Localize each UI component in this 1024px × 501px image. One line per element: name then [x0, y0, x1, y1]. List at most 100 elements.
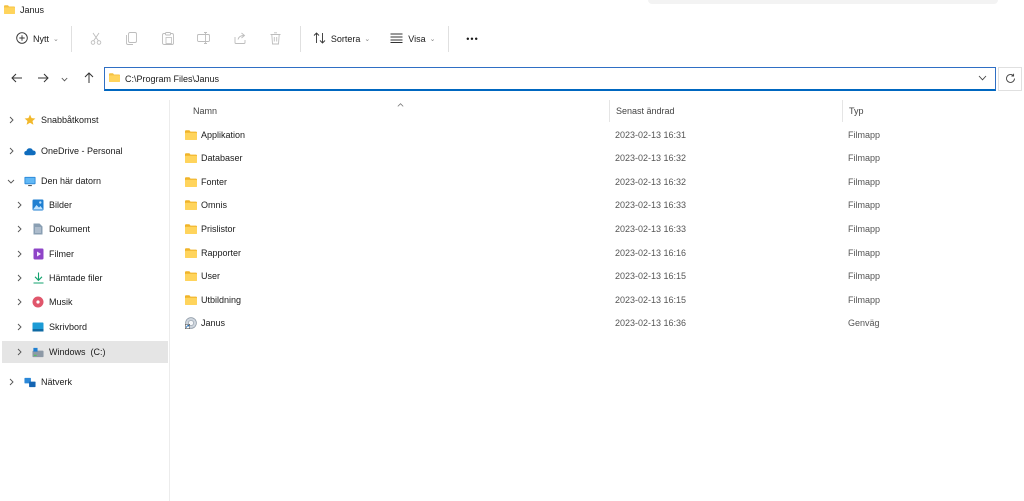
file-name-cell[interactable]: Applikation — [185, 123, 245, 146]
table-row[interactable]: Databaser 2023-02-13 16:32 Filmapp — [172, 147, 1024, 170]
sidebar-item-label: Bilder — [49, 200, 73, 210]
sidebar-item-label: Den här datorn — [41, 176, 102, 186]
paste-button[interactable] — [150, 25, 186, 53]
copy-icon — [126, 31, 138, 47]
sidebar-item-label: Hämtade filer — [49, 273, 103, 283]
sidebar-item-label: OneDrive - Personal — [41, 146, 123, 156]
chevron-right-icon[interactable] — [14, 323, 24, 331]
computer-icon — [24, 175, 36, 187]
address-bar[interactable]: C:\Program Files\Janus — [104, 67, 996, 91]
sidebar-item-pictures[interactable]: Bilder — [14, 194, 166, 216]
chevron-right-icon[interactable] — [14, 348, 24, 356]
sidebar-item-music[interactable]: Musik — [14, 291, 166, 313]
sidebar-item-label: Filmer — [49, 249, 74, 259]
sidebar-item-downloads[interactable]: Hämtade filer — [14, 267, 166, 289]
file-modified: 2023-02-13 16:33 — [615, 200, 687, 211]
arrow-right-icon — [37, 73, 49, 85]
clipboard-icon — [161, 31, 174, 47]
chevron-down-icon: ⌄ — [364, 36, 371, 43]
file-name-cell[interactable]: User — [185, 265, 220, 288]
file-name-cell[interactable]: Janus — [185, 312, 225, 335]
rename-button[interactable] — [186, 25, 222, 53]
table-row[interactable]: User 2023-02-13 16:15 Filmapp — [172, 265, 1024, 288]
plus-circle-icon — [16, 32, 28, 46]
title-bar-drag-area — [648, 0, 998, 4]
file-name-cell[interactable]: Omnis — [185, 194, 227, 217]
column-header-modified[interactable]: Senast ändrad — [610, 100, 843, 122]
chevron-down-icon — [60, 74, 68, 84]
chevron-down-icon[interactable] — [6, 179, 16, 184]
file-name-cell[interactable]: Prislistor — [185, 217, 236, 240]
file-type: Filmapp — [848, 247, 881, 258]
sidebar-item-windows-c[interactable]: Windows (C:) — [2, 341, 168, 363]
chevron-right-icon[interactable] — [6, 116, 16, 124]
table-row[interactable]: Utbildning 2023-02-13 16:15 Filmapp — [172, 288, 1024, 311]
column-header-label: Senast ändrad — [616, 106, 675, 116]
documents-icon — [32, 223, 44, 235]
column-header-name[interactable]: Namn — [172, 100, 608, 122]
sidebar-item-quick-access[interactable]: Snabbåtkomst — [6, 109, 166, 131]
table-row[interactable]: Applikation 2023-02-13 16:31 Filmapp — [172, 123, 1024, 146]
chevron-right-icon[interactable] — [14, 250, 24, 258]
up-button[interactable] — [78, 65, 100, 93]
view-button[interactable]: Visa ⌄ — [384, 25, 441, 53]
folder-icon — [185, 199, 197, 211]
file-type: Genväg — [848, 318, 880, 329]
file-name-cell[interactable]: Databaser — [185, 147, 243, 170]
file-list: Namn Senast ändrad Typ Applikation 2023-0… — [172, 100, 1024, 501]
chevron-right-icon[interactable] — [14, 201, 24, 209]
sidebar-item-desktop[interactable]: Skrivbord — [14, 316, 166, 338]
more-options-button[interactable]: ••• — [455, 25, 491, 53]
address-history-dropdown[interactable] — [978, 73, 987, 83]
copy-button[interactable] — [114, 25, 150, 53]
file-name-cell[interactable]: Fonter — [185, 170, 227, 193]
table-row[interactable]: Fonter 2023-02-13 16:32 Filmapp — [172, 170, 1024, 193]
sidebar-item-network[interactable]: Nätverk — [6, 371, 166, 393]
arrow-left-icon — [11, 73, 23, 85]
sort-icon — [313, 32, 326, 46]
sidebar-item-onedrive[interactable]: OneDrive - Personal — [6, 140, 166, 162]
refresh-button[interactable] — [998, 67, 1022, 91]
chevron-right-icon[interactable] — [14, 225, 24, 233]
delete-button[interactable] — [258, 25, 294, 53]
pictures-icon — [32, 199, 44, 211]
file-name-cell[interactable]: Utbildning — [185, 288, 241, 311]
share-button[interactable] — [222, 25, 258, 53]
folder-icon — [185, 270, 197, 282]
command-bar: Nytt ⌄ Sortera ⌄ Visa ⌄ ••• — [0, 20, 1024, 58]
folder-icon — [109, 73, 120, 84]
trash-icon — [270, 31, 281, 47]
chevron-right-icon[interactable] — [14, 274, 24, 282]
sidebar-item-documents[interactable]: Dokument — [14, 218, 166, 240]
sidebar-item-this-pc[interactable]: Den här datorn — [6, 170, 166, 192]
forward-button[interactable] — [32, 65, 54, 93]
file-name: Fonter — [201, 176, 228, 187]
sidebar-item-label: Snabbåtkomst — [41, 115, 99, 125]
star-icon — [24, 114, 36, 126]
chevron-right-icon[interactable] — [6, 378, 16, 386]
folder-icon — [185, 294, 197, 306]
new-button[interactable]: Nytt ⌄ — [10, 25, 65, 53]
file-modified: 2023-02-13 16:31 — [615, 129, 687, 140]
chevron-right-icon[interactable] — [14, 298, 24, 306]
column-header-type[interactable]: Typ — [843, 100, 1024, 122]
chevron-right-icon[interactable] — [6, 147, 16, 155]
sidebar-item-videos[interactable]: Filmer — [14, 243, 166, 265]
table-row[interactable]: Prislistor 2023-02-13 16:33 Filmapp — [172, 217, 1024, 240]
column-header-label: Namn — [193, 106, 218, 116]
downloads-icon — [32, 272, 44, 284]
window-title: Janus — [20, 5, 45, 15]
table-row[interactable]: Rapporter 2023-02-13 16:16 Filmapp — [172, 241, 1024, 264]
table-row[interactable]: Janus 2023-02-13 16:36 Genväg — [172, 312, 1024, 335]
back-button[interactable] — [6, 65, 28, 93]
rename-icon — [197, 32, 211, 46]
table-row[interactable]: Omnis 2023-02-13 16:33 Filmapp — [172, 194, 1024, 217]
file-name-cell[interactable]: Rapporter — [185, 241, 241, 264]
cut-button[interactable] — [78, 25, 114, 53]
refresh-icon — [1005, 73, 1016, 86]
sort-button[interactable]: Sortera ⌄ — [307, 25, 376, 53]
chevron-down-icon: ⌄ — [53, 36, 59, 43]
recent-locations-button[interactable] — [55, 65, 73, 93]
sidebar-item-label: Windows (C:) — [49, 347, 106, 357]
desktop-icon — [32, 321, 44, 333]
